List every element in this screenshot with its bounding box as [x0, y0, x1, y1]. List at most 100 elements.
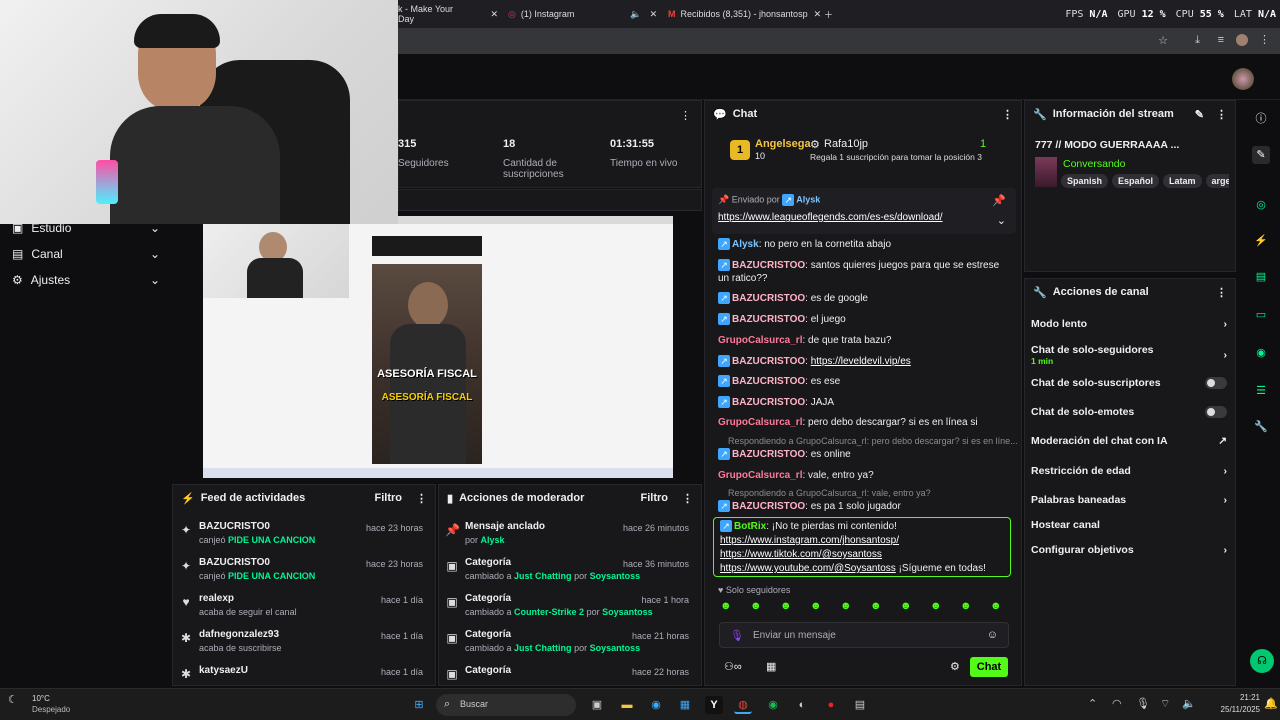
stream-preview[interactable]: ASESORÍA FISCAL ASESORÍA FISCAL — [203, 216, 673, 478]
target-icon[interactable]: ◎ — [1252, 196, 1270, 214]
edge-icon[interactable]: ◉ — [647, 696, 665, 714]
emote-icon[interactable]: ☻ — [810, 600, 822, 612]
browser-tab[interactable]: M Recibidos (8,351) - jhonsantosp ✕ — [668, 0, 828, 28]
gift-box-icon[interactable]: ▦ — [766, 660, 776, 673]
more-icon[interactable]: ⋮ — [680, 109, 691, 122]
chat-username[interactable]: BAZUCRISTOO — [732, 293, 805, 304]
speaker-icon[interactable]: 🔈 — [630, 9, 641, 20]
more-icon[interactable]: ⋮ — [1002, 108, 1013, 121]
feed-username[interactable]: dafnegonzalez93 — [199, 629, 279, 640]
calculator-icon[interactable]: ▤ — [851, 696, 869, 714]
gear-icon[interactable]: ⚙ — [950, 660, 960, 673]
chat-input[interactable]: 🎙 Enviar un mensaje ☺ — [719, 622, 1009, 648]
chat-username[interactable]: BAZUCRISTOO — [732, 314, 805, 325]
emote-icon[interactable]: ☻ — [960, 600, 972, 612]
channel-action-0[interactable]: Modo lento › — [1031, 318, 1227, 330]
broadcast-icon[interactable]: ◉ — [1252, 344, 1270, 362]
file-explorer-icon[interactable]: ▬ — [618, 696, 636, 714]
toggle-switch[interactable] — [1205, 406, 1227, 418]
chat-icon[interactable]: ▭ — [1252, 306, 1270, 324]
feed-username[interactable]: BAZUCRISTO0 — [199, 521, 270, 532]
new-tab-icon[interactable]: ＋ — [824, 0, 833, 28]
channel-action-1[interactable]: Chat de solo-seguidores 1 min › — [1031, 344, 1227, 366]
network-icon[interactable]: ◠ — [1112, 697, 1122, 710]
browser-tab[interactable]: k - Make Your Day ✕ — [398, 0, 498, 28]
tag[interactable]: Español — [1112, 174, 1160, 188]
mod-action-target[interactable]: Just Chatting — [514, 571, 572, 581]
chat-username[interactable]: BAZUCRISTOO — [732, 260, 805, 271]
emoji-icon[interactable]: ☺ — [987, 629, 998, 641]
chat-username[interactable]: BAZUCRISTOO — [732, 397, 805, 408]
filter-button[interactable]: Filtro — [641, 492, 669, 504]
channel-action-2[interactable]: Chat de solo-suscriptores — [1031, 377, 1227, 389]
spotify-icon[interactable]: ◉ — [764, 696, 782, 714]
list-item[interactable]: ✱ dafnegonzalez93 acaba de suscribirse hac… — [173, 629, 433, 663]
list-item[interactable]: ✱ katysaezU hace 1 día — [173, 665, 433, 685]
mod-action-target[interactable]: Alysk — [481, 535, 505, 545]
list-item[interactable]: ▣ Categoría cambiado a Counter-Strike 2 po… — [439, 593, 699, 627]
chat-link[interactable]: https://leveldevil.vip/es — [811, 356, 911, 367]
channel-action-6[interactable]: Palabras baneadas › — [1031, 494, 1227, 506]
feed-username[interactable]: realexp — [199, 593, 234, 604]
feed-username[interactable]: katysaezU — [199, 665, 248, 676]
download-icon[interactable]: ⤓ — [1195, 34, 1200, 47]
unpin-icon[interactable]: 📌 — [992, 194, 1006, 207]
chat-username[interactable]: BAZUCRISTOO — [732, 356, 805, 367]
emote-icon[interactable]: ☻ — [780, 600, 792, 612]
notification-icon[interactable]: 🔔 — [1264, 697, 1278, 710]
wifi-icon[interactable]: ⌔ — [1160, 697, 1170, 711]
wrench-icon[interactable]: 🔧 — [1252, 418, 1270, 436]
emote-icon[interactable]: ☻ — [870, 600, 882, 612]
filter-button[interactable]: Filtro — [375, 492, 403, 504]
more-icon[interactable]: ⋮ — [1259, 33, 1270, 46]
task-view-icon[interactable]: ▣ — [588, 696, 606, 714]
chat-username[interactable]: BotRix — [734, 521, 766, 532]
list-icon[interactable]: ☰ — [1252, 382, 1270, 400]
feed-username[interactable]: BAZUCRISTO0 — [199, 557, 270, 568]
send-chat-button[interactable]: Chat — [970, 657, 1008, 677]
close-icon[interactable]: ✕ — [490, 9, 498, 20]
tag[interactable]: Latam — [1163, 174, 1202, 188]
sidebar-item-canal[interactable]: ▤ Canal ⌄ — [0, 241, 172, 267]
list-item[interactable]: ♥ realexp acaba de seguir el canal hace 1 … — [173, 593, 433, 627]
tiktok-link[interactable]: https://www.tiktok.com/@soysantoss — [720, 549, 882, 560]
chat-username[interactable]: BAZUCRISTOO — [732, 376, 805, 387]
store-icon[interactable]: ▦ — [676, 696, 694, 714]
list-item[interactable]: 📌 Mensaje anclado por Alysk hace 26 minuto… — [439, 521, 699, 555]
close-icon[interactable]: ✕ — [814, 9, 822, 20]
more-icon[interactable]: ⋮ — [416, 492, 427, 505]
chrome-icon[interactable]: ◍ — [734, 696, 752, 714]
more-icon[interactable]: ⋮ — [682, 492, 693, 505]
bookmark-star-icon[interactable]: ☆ — [1158, 34, 1168, 47]
toggle-switch[interactable] — [1205, 377, 1227, 389]
emote-icon[interactable]: ☻ — [750, 600, 762, 612]
avatar[interactable] — [1232, 68, 1254, 90]
tag[interactable]: argen — [1205, 174, 1229, 188]
more-icon[interactable]: ⋮ — [1216, 286, 1227, 299]
emote-icon[interactable]: ☻ — [720, 600, 732, 612]
mod-action-target[interactable]: Just Chatting — [514, 643, 572, 653]
profile-avatar[interactable] — [1236, 34, 1248, 46]
more-icon[interactable]: ⋮ — [1216, 108, 1227, 121]
tray-chevron-icon[interactable]: ⌃ — [1088, 697, 1097, 710]
emote-icon[interactable]: ☻ — [990, 600, 1002, 612]
edit-icon[interactable]: ✎ — [1195, 108, 1204, 121]
instagram-link[interactable]: https://www.instagram.com/jhonsantosp/ — [720, 535, 899, 546]
list-item[interactable]: ▣ Categoría hace 22 horas — [439, 665, 699, 685]
chat-username[interactable]: GrupoCalsurca_rl — [718, 417, 802, 428]
menu-list-icon[interactable]: ≡ — [1218, 34, 1224, 46]
emote-icon[interactable]: ☻ — [900, 600, 912, 612]
mic-icon[interactable]: 🎙 — [730, 629, 744, 642]
list-item[interactable]: ▣ Categoría cambiado a Just Chatting por S… — [439, 629, 699, 663]
chat-username[interactable]: GrupoCalsurca_rl — [718, 470, 802, 481]
volume-icon[interactable]: 🔈 — [1182, 697, 1196, 710]
chat-username[interactable]: BAZUCRISTOO — [732, 501, 805, 512]
emote-icon[interactable]: ☻ — [840, 600, 852, 612]
support-icon[interactable]: ☊ — [1250, 649, 1274, 673]
recorder-icon[interactable]: ● — [822, 696, 840, 714]
chevron-down-icon[interactable]: ⌄ — [997, 214, 1006, 227]
mod-action-user[interactable]: Soysantoss — [590, 643, 641, 653]
channel-action-7[interactable]: Hostear canal — [1031, 519, 1227, 531]
tag[interactable]: Spanish — [1061, 174, 1109, 188]
youtube-link[interactable]: https://www.youtube.com/@Soysantoss — [720, 563, 896, 574]
